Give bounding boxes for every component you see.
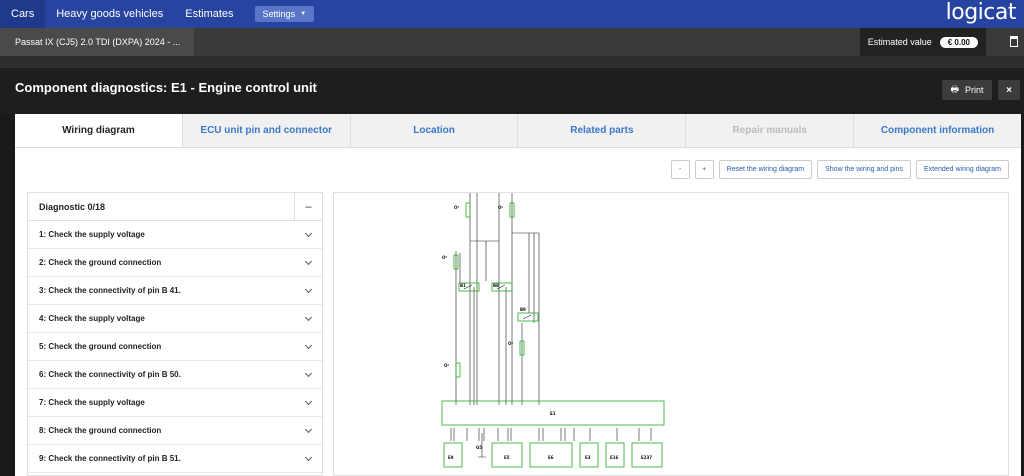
tab-wiring-diagram[interactable]: Wiring diagram — [15, 114, 182, 147]
print-label: Print — [964, 85, 984, 95]
settings-label: Settings — [262, 9, 296, 19]
logo[interactable]: logicat — [946, 0, 1017, 26]
tab-bar: Wiring diagram ECU unit pin and connecto… — [15, 114, 1021, 148]
ecu-label: E1 — [550, 411, 556, 416]
connector-label-e16: E16 — [610, 455, 619, 460]
nav-heavy-goods-vehicles[interactable]: Heavy goods vehicles — [45, 0, 174, 28]
collapse-button[interactable]: – — [294, 192, 322, 221]
main-panel: Wiring diagram ECU unit pin and connecto… — [15, 114, 1021, 476]
chevron-down-icon — [304, 229, 313, 237]
chevron-down-icon — [304, 397, 313, 405]
zoom-in-button[interactable]: + — [694, 160, 714, 179]
diagnostic-item[interactable]: 1: Check the supply voltage — [28, 221, 322, 249]
diagnostic-item-label: 5: Check the ground connection — [39, 342, 162, 351]
diagnostic-item[interactable]: 6: Check the connectivity of pin B 50. — [28, 361, 322, 389]
components — [441, 202, 665, 468]
fuse-label: O² — [508, 341, 513, 346]
diagnostic-item[interactable]: 3: Check the connectivity of pin B 41. — [28, 277, 322, 305]
diagnostic-item-label: 7: Check the supply voltage — [39, 398, 145, 407]
diagnostic-item-label: 4: Check the supply voltage — [39, 314, 145, 323]
wiring-diagram-svg: O² O² O² O² O² B1 B8 B9 E1 G5 E9 E5 E6 E… — [441, 193, 665, 468]
vehicle-bar: Passat IX (CJ5) 2.0 TDI (DXPA) 2024 - ..… — [0, 28, 1024, 56]
tab-repair-manuals: Repair manuals — [685, 114, 854, 147]
connector-label-e3: E3 — [585, 455, 591, 460]
settings-dropdown[interactable]: Settings ▼ — [254, 6, 315, 22]
trash-icon[interactable] — [1010, 36, 1018, 47]
diagnostic-item-label: 8: Check the ground connection — [39, 426, 162, 435]
ground-label: G5 — [476, 445, 482, 450]
printer-icon: 🖶 — [950, 84, 959, 94]
separator-band — [0, 56, 1024, 68]
diagnostic-panel: Diagnostic 0/18 – 1: Check the supply vo… — [27, 192, 323, 476]
caret-down-icon: ▼ — [300, 11, 307, 17]
chevron-down-icon — [304, 285, 313, 293]
diagnostic-item[interactable]: 7: Check the supply voltage — [28, 389, 322, 417]
diagram-toolbar: - + Reset the wiring diagram Show the wi… — [670, 160, 1009, 179]
diagnostic-item-label: 6: Check the connectivity of pin B 50. — [39, 370, 181, 379]
reset-wiring-button[interactable]: Reset the wiring diagram — [718, 160, 813, 179]
chevron-down-icon — [304, 425, 313, 433]
nav-estimates[interactable]: Estimates — [174, 0, 244, 28]
currency-symbol: € — [947, 37, 953, 47]
nav-cars[interactable]: Cars — [0, 0, 46, 28]
chevron-down-icon — [304, 453, 313, 461]
estimated-value-amount: 0.00 — [954, 37, 970, 47]
fuse-label: O² — [444, 363, 449, 368]
fuse-label: O² — [454, 205, 459, 210]
diagnostic-item[interactable]: 8: Check the ground connection — [28, 417, 322, 445]
diagnostic-title: Diagnostic 0/18 — [39, 201, 106, 212]
show-wiring-pins-button[interactable]: Show the wiring and pins — [817, 160, 911, 179]
relay-label-b8: B8 — [493, 283, 499, 288]
chevron-down-icon — [304, 313, 313, 321]
extended-wiring-button[interactable]: Extended wiring diagram — [915, 160, 1009, 179]
tab-related-parts[interactable]: Related parts — [517, 114, 686, 147]
relay-label-b9: B9 — [520, 307, 526, 312]
print-button[interactable]: 🖶 Print — [942, 80, 992, 100]
tab-location[interactable]: Location — [349, 114, 518, 147]
tab-ecu-unit-pin-connector[interactable]: ECU unit pin and connector — [181, 114, 350, 147]
vehicle-selector[interactable]: Passat IX (CJ5) 2.0 TDI (DXPA) 2024 - ..… — [0, 28, 195, 56]
estimated-value-box[interactable]: Estimated value € 0.00 — [859, 28, 986, 56]
connector-label-e6: E6 — [548, 455, 554, 460]
estimated-value-badge: € 0.00 — [939, 36, 978, 48]
diagnostic-item[interactable]: 2: Check the ground connection — [28, 249, 322, 277]
top-nav: Cars Heavy goods vehicles Estimates Sett… — [0, 0, 1024, 28]
connector-label-e5: E5 — [504, 455, 510, 460]
wiring-diagram[interactable]: O² O² O² O² O² B1 B8 B9 E1 G5 E9 E5 E6 E… — [333, 192, 1009, 476]
fuse-label: O² — [442, 255, 447, 260]
chevron-down-icon — [304, 257, 313, 265]
diagnostic-item[interactable]: 9: Check the connectivity of pin B 51. — [28, 445, 322, 473]
page-title: Component diagnostics: E1 - Engine contr… — [15, 80, 317, 95]
relay-label-b1: B1 — [460, 283, 466, 288]
wires — [450, 193, 652, 458]
fuse-label: O² — [498, 205, 503, 210]
close-button[interactable]: × — [998, 80, 1020, 100]
diagnostic-item[interactable]: 5: Check the ground connection — [28, 333, 322, 361]
diagnostic-item-label: 3: Check the connectivity of pin B 41. — [39, 286, 181, 295]
diagnostic-item-label: 9: Check the connectivity of pin B 51. — [39, 454, 181, 463]
estimated-value-label: Estimated value — [867, 37, 932, 47]
connector-label-e9: E9 — [448, 455, 454, 460]
diagnostic-item-label: 2: Check the ground connection — [39, 258, 162, 267]
chevron-down-icon — [304, 341, 313, 349]
diagnostic-header: Diagnostic 0/18 – — [28, 192, 322, 221]
tab-component-information[interactable]: Component information — [853, 114, 1021, 147]
diagnostic-item[interactable]: 4: Check the supply voltage — [28, 305, 322, 333]
zoom-out-button[interactable]: - — [670, 160, 690, 179]
connector-label-e237: E237 — [641, 455, 652, 460]
diagnostic-item-label: 1: Check the supply voltage — [39, 230, 145, 239]
chevron-down-icon — [304, 369, 313, 377]
